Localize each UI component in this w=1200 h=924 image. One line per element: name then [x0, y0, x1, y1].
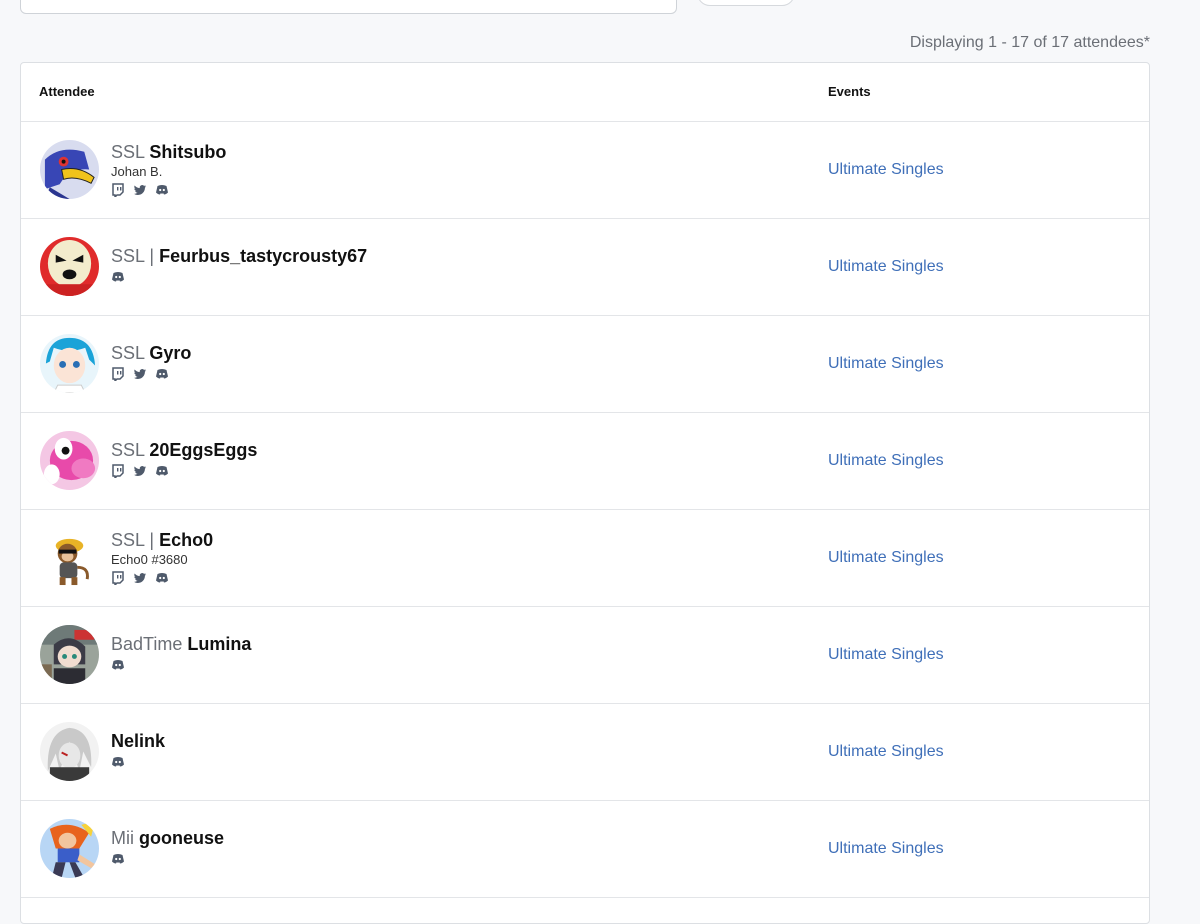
social-links	[111, 658, 251, 672]
social-links	[111, 183, 226, 197]
twitch-icon[interactable]	[111, 464, 125, 478]
twitch-icon[interactable]	[111, 571, 125, 585]
event-link[interactable]: Ultimate Singles	[828, 161, 944, 179]
attendee-info: SSL Gyro	[111, 342, 191, 381]
event-link[interactable]: Ultimate Singles	[828, 743, 944, 761]
attendee-info: SSL 20EggsEggs	[111, 439, 257, 478]
twitter-icon[interactable]	[133, 464, 147, 478]
attendee-info: BadTime Lumina	[111, 633, 251, 672]
social-links	[111, 571, 213, 585]
table-row: SSL Gyro Ultimate Singles	[21, 316, 1149, 413]
filter-button[interactable]	[697, 0, 795, 6]
attendee-info: SSL | Feurbus_tastycrousty67	[111, 245, 367, 284]
gamertag: Shitsubo	[149, 142, 227, 162]
sponsor-prefix: SSL	[111, 246, 145, 266]
discord-icon[interactable]	[155, 464, 169, 478]
avatar[interactable]	[40, 237, 99, 296]
event-link[interactable]: Ultimate Singles	[828, 355, 944, 373]
gamertag: 20EggsEggs	[149, 440, 258, 460]
attendee-info: Mii gooneuse	[111, 827, 224, 866]
discord-icon[interactable]	[155, 183, 169, 197]
header-events: Events	[828, 84, 871, 99]
avatar[interactable]	[40, 722, 99, 781]
attendee-name[interactable]: BadTime Lumina	[111, 633, 251, 655]
twitter-icon[interactable]	[133, 367, 147, 381]
discord-icon[interactable]	[111, 852, 125, 866]
prefix-separator: |	[149, 530, 155, 550]
avatar[interactable]	[40, 140, 99, 199]
twitter-icon[interactable]	[133, 571, 147, 585]
table-header: Attendee Events	[21, 63, 1149, 122]
twitter-icon[interactable]	[133, 183, 147, 197]
gamertag: Feurbus_tastycrousty67	[159, 246, 368, 266]
social-links	[111, 755, 165, 769]
social-links	[111, 270, 367, 284]
attendee-name[interactable]: Nelink	[111, 730, 165, 752]
sponsor-prefix: SSL	[111, 142, 145, 162]
attendee-info: SSL | Echo0 Echo0 #3680	[111, 529, 213, 585]
event-link[interactable]: Ultimate Singles	[828, 549, 944, 567]
avatar[interactable]	[40, 334, 99, 393]
table-row: SSL Shitsubo Johan B. Ultimate Singles	[21, 122, 1149, 219]
twitch-icon[interactable]	[111, 367, 125, 381]
avatar[interactable]	[40, 819, 99, 878]
discord-icon[interactable]	[155, 367, 169, 381]
gamertag: Echo0	[159, 530, 214, 550]
table-row: SSL | Feurbus_tastycrousty67 Ultimate Sin…	[21, 219, 1149, 316]
discord-icon[interactable]	[111, 270, 125, 284]
prefix-separator: |	[149, 246, 155, 266]
real-name: Echo0 #3680	[111, 552, 188, 567]
sponsor-prefix: SSL	[111, 530, 145, 550]
sponsor-prefix: SSL	[111, 440, 145, 460]
gamertag: Lumina	[187, 634, 252, 654]
gamertag: Nelink	[111, 731, 166, 751]
attendee-info: SSL Shitsubo Johan B.	[111, 141, 226, 197]
table-body: SSL Shitsubo Johan B. Ultimate Singles SSL …	[21, 122, 1149, 898]
attendees-table: Attendee Events SSL Shitsubo Johan B. Ulti…	[20, 62, 1150, 924]
attendee-name[interactable]: SSL 20EggsEggs	[111, 439, 257, 461]
sponsor-prefix: Mii	[111, 828, 134, 848]
avatar[interactable]	[40, 528, 99, 587]
discord-icon[interactable]	[155, 571, 169, 585]
table-row: Nelink Ultimate Singles	[21, 704, 1149, 801]
search-input[interactable]	[20, 0, 677, 14]
event-link[interactable]: Ultimate Singles	[828, 258, 944, 276]
attendee-name[interactable]: SSL Gyro	[111, 342, 191, 364]
social-links	[111, 852, 224, 866]
attendee-count: Displaying 1 - 17 of 17 attendees*	[909, 34, 1150, 51]
table-row: BadTime Lumina Ultimate Singles	[21, 607, 1149, 704]
attendee-info: Nelink	[111, 730, 165, 769]
avatar[interactable]	[40, 625, 99, 684]
event-link[interactable]: Ultimate Singles	[828, 646, 944, 664]
real-name: Johan B.	[111, 164, 163, 179]
attendee-name[interactable]: SSL Shitsubo	[111, 141, 226, 163]
sponsor-prefix: SSL	[111, 343, 145, 363]
twitch-icon[interactable]	[111, 183, 125, 197]
gamertag: Gyro	[149, 343, 192, 363]
social-links	[111, 464, 257, 478]
social-links	[111, 367, 191, 381]
gamertag: gooneuse	[139, 828, 225, 848]
attendee-name[interactable]: SSL | Echo0	[111, 529, 213, 551]
table-row: Mii gooneuse Ultimate Singles	[21, 801, 1149, 898]
avatar[interactable]	[40, 431, 99, 490]
header-attendee: Attendee	[39, 84, 95, 99]
discord-icon[interactable]	[111, 755, 125, 769]
table-row: SSL 20EggsEggs Ultimate Singles	[21, 413, 1149, 510]
event-link[interactable]: Ultimate Singles	[828, 452, 944, 470]
attendee-name[interactable]: Mii gooneuse	[111, 827, 224, 849]
attendee-name[interactable]: SSL | Feurbus_tastycrousty67	[111, 245, 367, 267]
table-row: SSL | Echo0 Echo0 #3680 Ultimate Singles	[21, 510, 1149, 607]
event-link[interactable]: Ultimate Singles	[828, 840, 944, 858]
discord-icon[interactable]	[111, 658, 125, 672]
sponsor-prefix: BadTime	[111, 634, 183, 654]
